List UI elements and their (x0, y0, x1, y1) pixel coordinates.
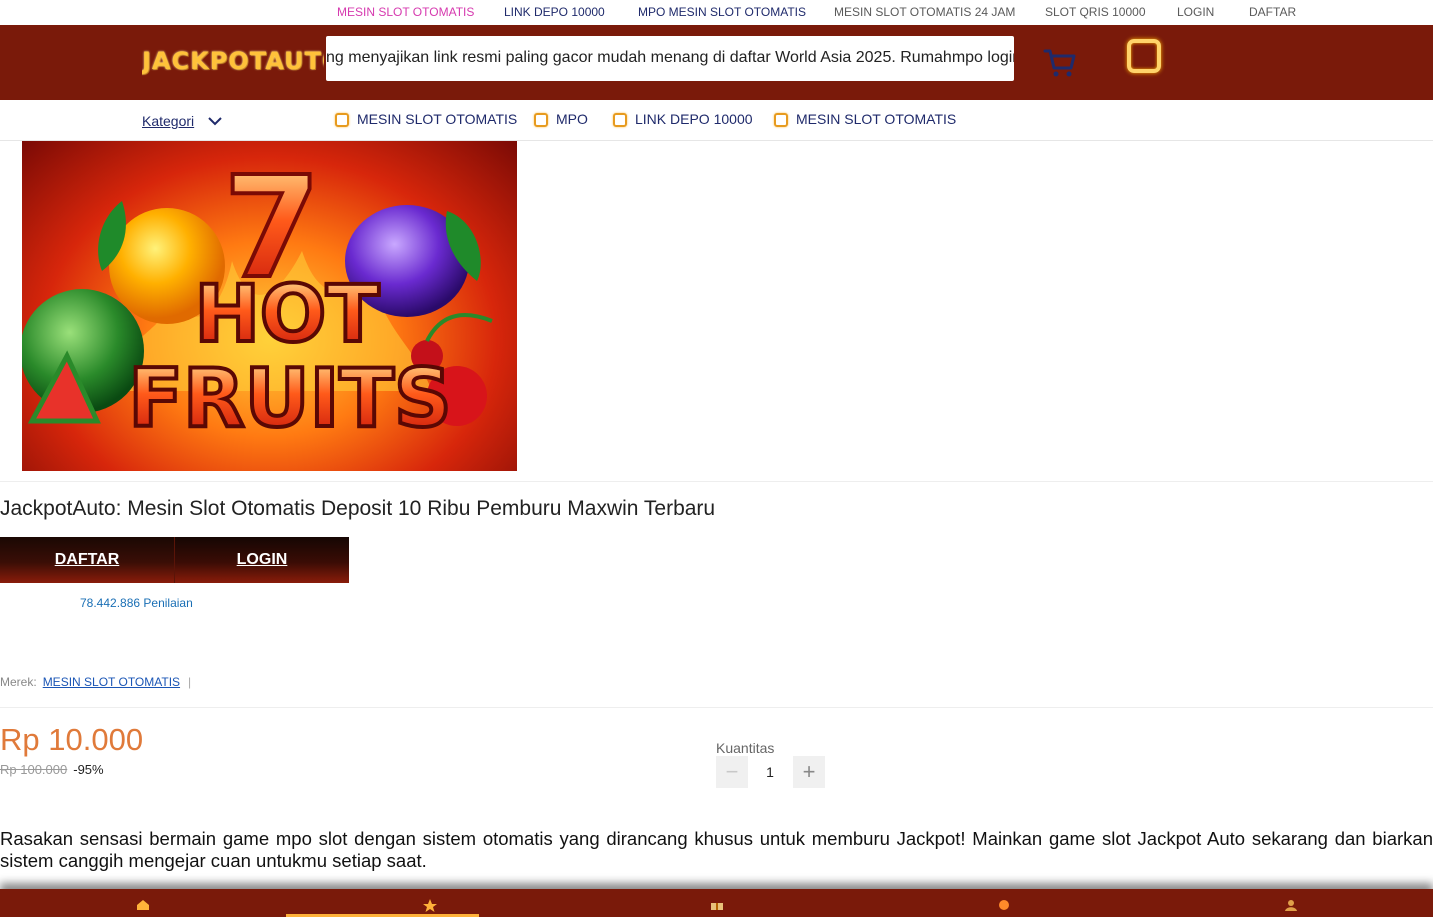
kategori-link[interactable]: Kategori (142, 113, 194, 129)
rating-count[interactable]: 78.442.886 Penilaian (80, 596, 193, 610)
gift-icon[interactable] (709, 899, 725, 913)
logo[interactable]: JACKPOTAUTO (142, 47, 324, 79)
product-description: Rasakan sensasi bermain game mpo slot de… (0, 828, 1433, 871)
search-bar[interactable]: ng menyajikan link resmi paling gacor mu… (326, 36, 1014, 81)
search-marquee-text: ng menyajikan link resmi paling gacor mu… (326, 49, 1014, 66)
quantity-plus-button[interactable]: + (793, 756, 825, 788)
brand-label: Merek: (0, 675, 37, 689)
header: JACKPOTAUTO ng menyajikan link resmi pal… (0, 25, 1433, 100)
hero-fruits: FRUITS (128, 352, 451, 445)
old-price: Rp 100.000 (0, 762, 68, 777)
quantity-value[interactable]: 1 (752, 764, 788, 780)
divider (0, 707, 1433, 708)
top-nav-login[interactable]: LOGIN (1177, 5, 1214, 19)
bottom-tab-bar (0, 889, 1433, 917)
cart-icon[interactable] (1043, 47, 1077, 79)
star-icon[interactable] (422, 899, 438, 913)
brand-row: Merek: MESIN SLOT OTOMATIS | (0, 675, 191, 689)
top-nav-link-depo-10000[interactable]: LINK DEPO 10000 (504, 5, 605, 19)
category-item-label: LINK DEPO 10000 (635, 111, 753, 127)
user-icon[interactable] (1283, 899, 1299, 913)
home-icon[interactable] (135, 899, 151, 913)
login-button[interactable]: LOGIN (174, 537, 349, 583)
top-nav-mesin-slot-otomatis-24-jam[interactable]: MESIN SLOT OTOMATIS 24 JAM (834, 5, 1015, 19)
top-nav-mpo-mesin-slot-otomatis[interactable]: MPO MESIN SLOT OTOMATIS (638, 5, 806, 19)
category-item-label: MESIN SLOT OTOMATIS (796, 111, 957, 127)
category-item-label: MPO (556, 111, 588, 127)
chevron-down-icon[interactable] (207, 115, 223, 127)
brand-separator: | (188, 675, 192, 689)
square-icon[interactable] (1127, 39, 1161, 73)
category-bar: Kategori MESIN SLOT OTOMATIS MPO LINK DE… (0, 100, 1433, 141)
top-nav-slot-qris-10000[interactable]: SLOT QRIS 10000 (1045, 5, 1146, 19)
old-price-row: Rp 100.000 -95% (0, 762, 104, 777)
discount-badge: -95% (73, 762, 104, 777)
category-item-mesin-slot-otomatis-2[interactable]: MESIN SLOT OTOMATIS (774, 111, 956, 127)
hero-hot: HOT (195, 270, 380, 360)
category-box-icon (534, 113, 548, 127)
category-item-mesin-slot-otomatis[interactable]: MESIN SLOT OTOMATIS (335, 111, 517, 127)
top-nav-daftar[interactable]: DAFTAR (1249, 5, 1296, 19)
quantity-minus-button[interactable]: − (716, 756, 748, 788)
category-box-icon (613, 113, 627, 127)
divider (0, 481, 1433, 482)
brand-link[interactable]: MESIN SLOT OTOMATIS (43, 675, 180, 689)
price: Rp 10.000 (0, 722, 144, 757)
category-item-link-depo-10000[interactable]: LINK DEPO 10000 (613, 111, 753, 127)
product-title: JackpotAuto: Mesin Slot Otomatis Deposit… (0, 497, 716, 520)
top-nav: MESIN SLOT OTOMATIS LINK DEPO 10000 MPO … (0, 0, 1433, 25)
category-box-icon (774, 113, 788, 127)
daftar-button[interactable]: DAFTAR (0, 537, 174, 583)
product-image[interactable]: 7 HOT FRUITS (22, 141, 517, 471)
quantity-label: Kuantitas (716, 740, 775, 756)
category-box-icon (335, 113, 349, 127)
top-nav-mesin-slot-otomatis[interactable]: MESIN SLOT OTOMATIS (337, 5, 474, 19)
category-item-mpo[interactable]: MPO (534, 111, 588, 127)
chat-icon[interactable] (996, 899, 1012, 913)
category-item-label: MESIN SLOT OTOMATIS (357, 111, 518, 127)
